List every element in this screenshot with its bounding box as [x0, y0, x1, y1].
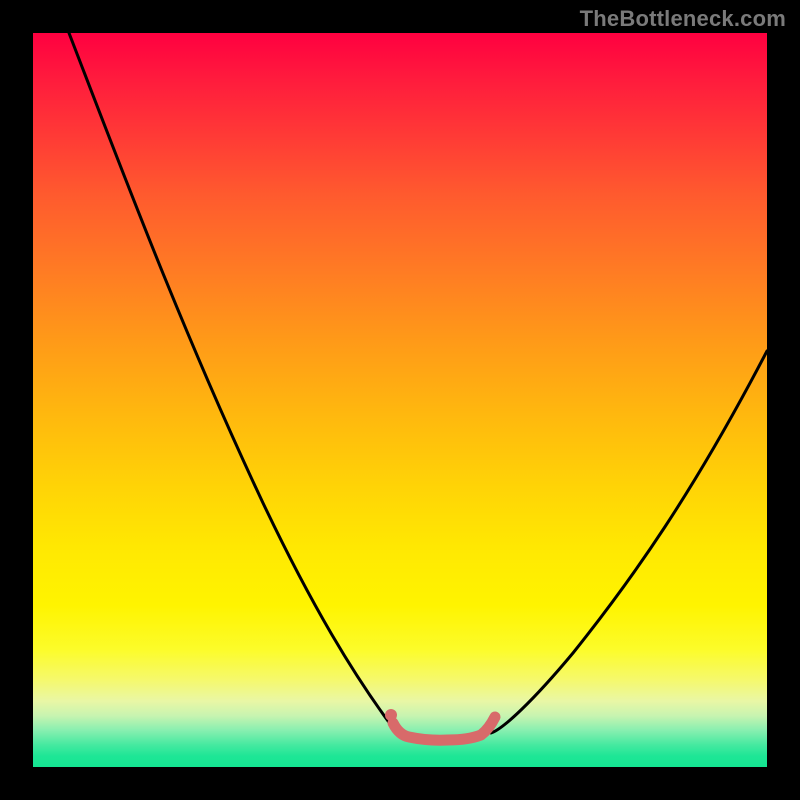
left-curve: [69, 33, 405, 733]
chart-frame: TheBottleneck.com: [0, 0, 800, 800]
left-dot: [385, 709, 397, 721]
plot-area: [33, 33, 767, 767]
valley-floor: [393, 717, 495, 740]
watermark-text: TheBottleneck.com: [580, 6, 786, 32]
curves-svg: [33, 33, 767, 767]
right-curve: [491, 351, 767, 733]
